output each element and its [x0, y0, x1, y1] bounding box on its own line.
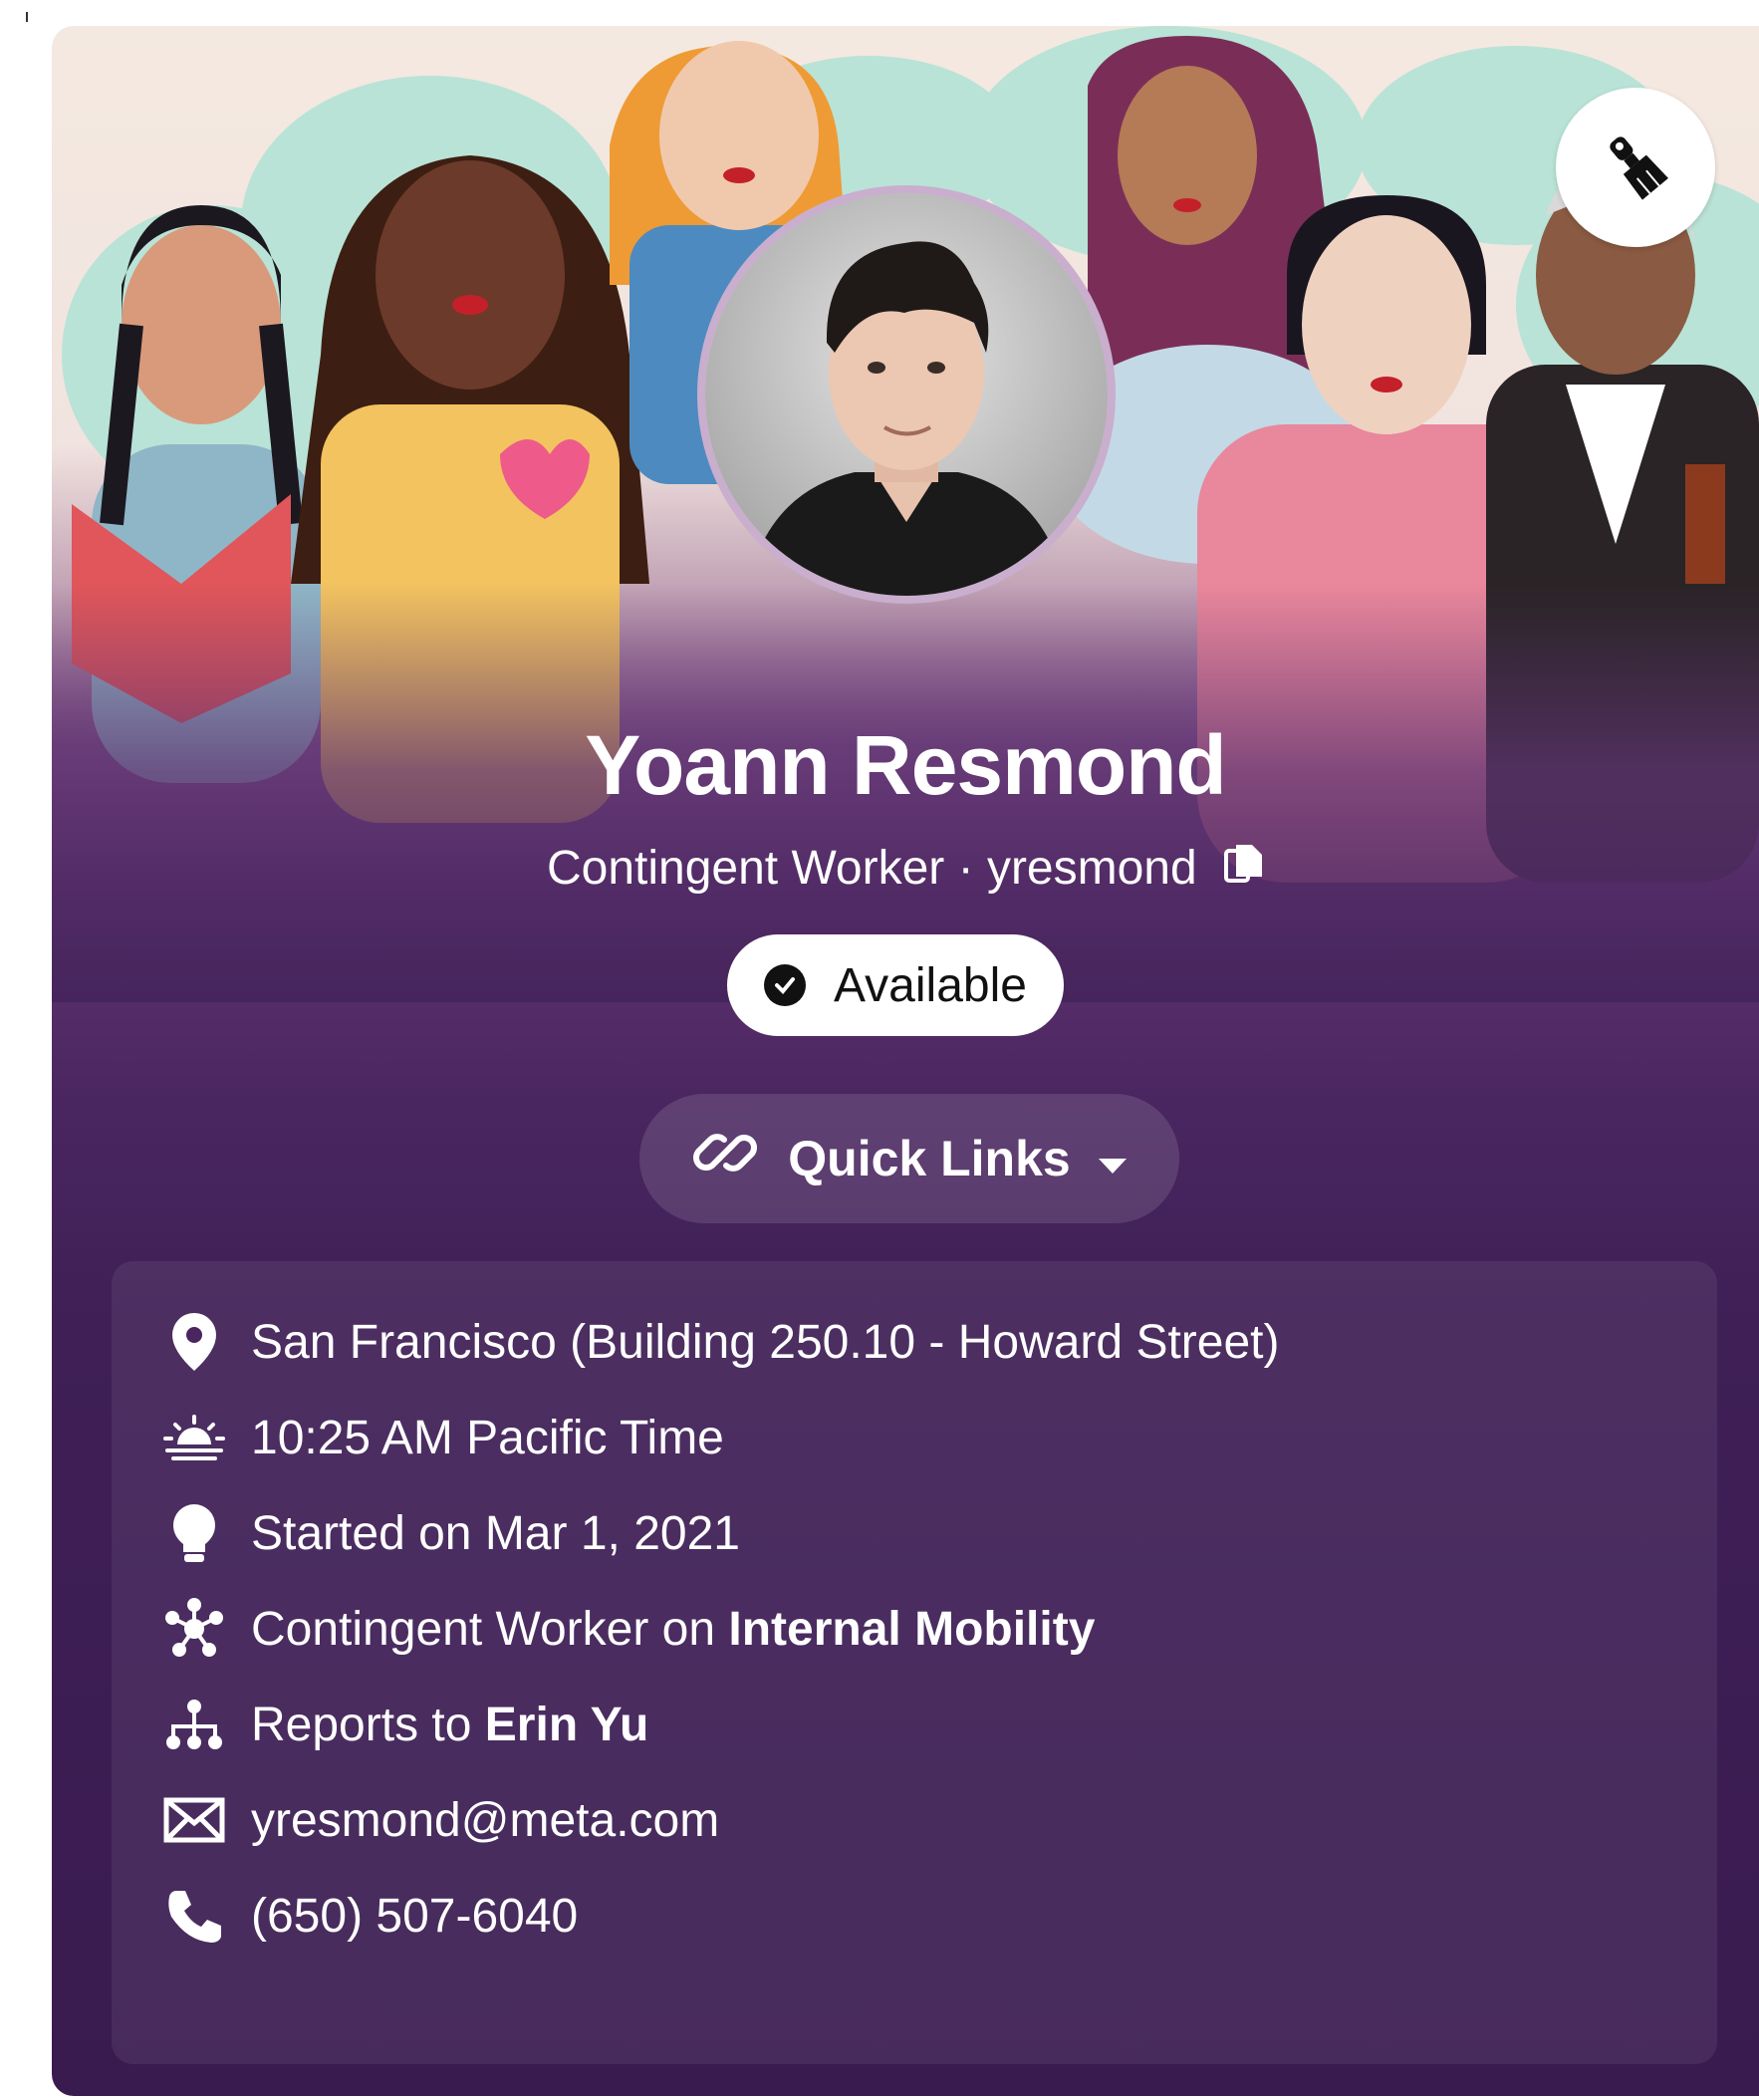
- status-label: Available: [834, 958, 1027, 1012]
- team-name-link[interactable]: Internal Mobility: [728, 1602, 1095, 1657]
- start-date-row: Started on Mar 1, 2021: [163, 1498, 740, 1568]
- customize-cover-button[interactable]: [1556, 88, 1715, 247]
- team-icon: [163, 1598, 225, 1660]
- start-date-text: Started on Mar 1, 2021: [251, 1506, 740, 1560]
- lightbulb-icon: [163, 1502, 225, 1564]
- quick-links-label: Quick Links: [788, 1131, 1071, 1186]
- map-pin-icon: [163, 1311, 225, 1373]
- username-label: yresmond: [986, 842, 1197, 895]
- role-label: Contingent Worker: [546, 842, 945, 895]
- manager-link[interactable]: Erin Yu: [485, 1698, 649, 1752]
- team-prefix: Contingent Worker on: [251, 1602, 729, 1656]
- caret-down-icon: [1097, 1130, 1129, 1187]
- status-badge[interactable]: Available: [727, 934, 1064, 1036]
- reports-prefix: Reports to: [251, 1698, 485, 1751]
- team-row: Contingent Worker on Internal Mobility: [163, 1594, 1095, 1664]
- check-circle-icon: [764, 964, 807, 1006]
- profile-avatar[interactable]: [697, 185, 1116, 604]
- paintbrush-icon: [1597, 127, 1674, 209]
- separator: ·: [957, 842, 974, 895]
- profile-subtitle: Contingent Worker · yresmond: [52, 841, 1759, 899]
- quick-links-button[interactable]: Quick Links: [639, 1094, 1179, 1223]
- phone-link[interactable]: (650) 507-6040: [251, 1889, 578, 1944]
- email-row: yresmond@meta.com: [163, 1785, 719, 1855]
- profile-card: Yoann Resmond Contingent Worker · yresmo…: [52, 26, 1759, 2096]
- location-text: San Francisco (Building 250.10 - Howard …: [251, 1315, 1280, 1369]
- email-link[interactable]: yresmond@meta.com: [251, 1793, 719, 1848]
- window-edge: [26, 12, 28, 22]
- reports-row: Reports to Erin Yu: [163, 1690, 648, 1759]
- copy-icon[interactable]: [1224, 843, 1264, 899]
- org-chart-icon: [163, 1694, 225, 1755]
- location-row: San Francisco (Building 250.10 - Howard …: [163, 1307, 1280, 1377]
- time-row: 10:25 AM Pacific Time: [163, 1403, 724, 1472]
- details-panel: San Francisco (Building 250.10 - Howard …: [112, 1261, 1717, 2064]
- phone-row: (650) 507-6040: [163, 1881, 578, 1951]
- phone-icon: [163, 1885, 225, 1947]
- sunrise-icon: [163, 1407, 225, 1468]
- profile-name: Yoann Resmond: [585, 718, 1227, 812]
- time-text: 10:25 AM Pacific Time: [251, 1411, 724, 1464]
- link-icon: [690, 1118, 760, 1199]
- envelope-icon: [163, 1789, 225, 1851]
